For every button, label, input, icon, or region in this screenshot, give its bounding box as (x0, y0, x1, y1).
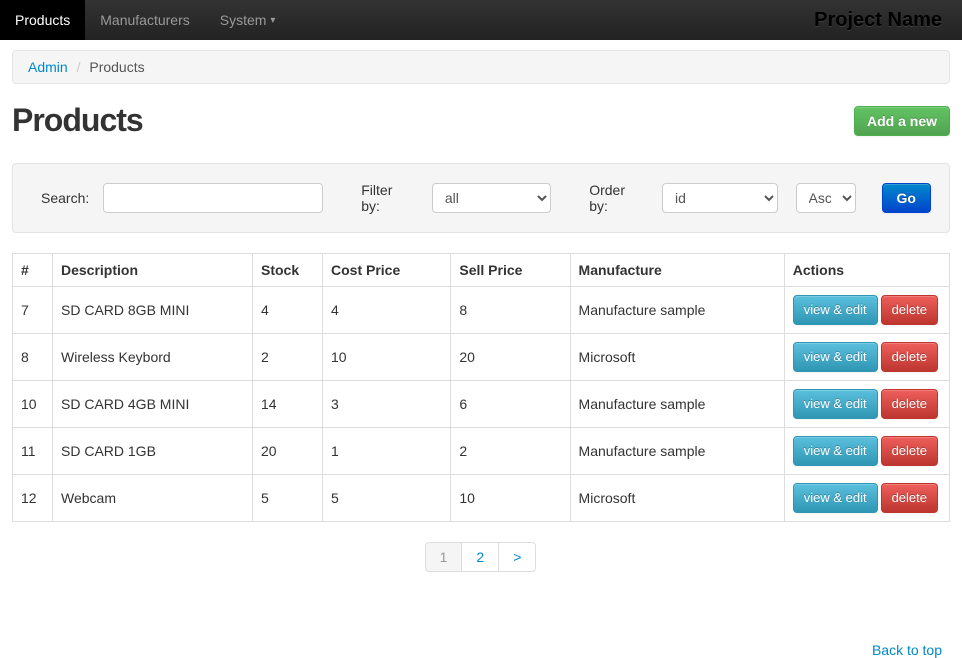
order-label: Order by: (589, 182, 640, 214)
go-button[interactable]: Go (882, 183, 931, 213)
col-cost: Cost Price (323, 254, 451, 287)
cell-cost: 3 (323, 381, 451, 428)
filter-label: Filter by: (361, 182, 410, 214)
page-1: 1 (425, 542, 463, 572)
order-dir-select[interactable]: Asc (796, 183, 856, 213)
cell-manufacture: Microsoft (570, 475, 784, 522)
table-row: 10SD CARD 4GB MINI1436Manufacture sample… (13, 381, 950, 428)
col-id: # (13, 254, 53, 287)
cell-cost: 10 (323, 334, 451, 381)
cell-actions: view & editdelete (784, 475, 949, 522)
nav-manufacturers[interactable]: Manufacturers (85, 0, 204, 40)
caret-down-icon: ▾ (270, 15, 275, 26)
cell-sell: 10 (451, 475, 570, 522)
cell-actions: view & editdelete (784, 287, 949, 334)
back-to-top-link[interactable]: Back to top (872, 642, 942, 658)
search-label: Search: (41, 190, 89, 206)
delete-button[interactable]: delete (881, 436, 938, 466)
page-title: Products (12, 102, 143, 139)
view-edit-button[interactable]: view & edit (793, 295, 878, 325)
page->[interactable]: > (498, 542, 536, 572)
col-description: Description (53, 254, 253, 287)
col-manufacture: Manufacture (570, 254, 784, 287)
navbar-nav: Products Manufacturers System ▾ (0, 0, 290, 40)
cell-actions: view & editdelete (784, 428, 949, 475)
table-row: 8Wireless Keybord21020Microsoftview & ed… (13, 334, 950, 381)
cell-stock: 14 (253, 381, 323, 428)
cell-actions: view & editdelete (784, 381, 949, 428)
cell-description: Wireless Keybord (53, 334, 253, 381)
cell-actions: view & editdelete (784, 334, 949, 381)
cell-cost: 5 (323, 475, 451, 522)
delete-button[interactable]: delete (881, 342, 938, 372)
cell-manufacture: Manufacture sample (570, 381, 784, 428)
cell-manufacture: Microsoft (570, 334, 784, 381)
breadcrumb-divider: / (72, 59, 86, 75)
search-input[interactable] (103, 183, 323, 213)
col-actions: Actions (784, 254, 949, 287)
cell-description: SD CARD 1GB (53, 428, 253, 475)
cell-stock: 20 (253, 428, 323, 475)
order-field-select[interactable]: id (662, 183, 778, 213)
view-edit-button[interactable]: view & edit (793, 389, 878, 419)
cell-manufacture: Manufacture sample (570, 428, 784, 475)
cell-id: 7 (13, 287, 53, 334)
breadcrumb-current: Products (89, 59, 144, 75)
cell-sell: 6 (451, 381, 570, 428)
cell-stock: 2 (253, 334, 323, 381)
col-stock: Stock (253, 254, 323, 287)
pagination: 12> (12, 542, 950, 572)
brand: Project Name (814, 0, 942, 40)
cell-description: Webcam (53, 475, 253, 522)
page-2[interactable]: 2 (461, 542, 499, 572)
view-edit-button[interactable]: view & edit (793, 342, 878, 372)
add-new-button[interactable]: Add a new (854, 106, 950, 136)
delete-button[interactable]: delete (881, 295, 938, 325)
filter-select[interactable]: all (432, 183, 551, 213)
delete-button[interactable]: delete (881, 389, 938, 419)
cell-description: SD CARD 4GB MINI (53, 381, 253, 428)
cell-id: 12 (13, 475, 53, 522)
cell-stock: 5 (253, 475, 323, 522)
nav-system-label: System (220, 12, 267, 28)
col-sell: Sell Price (451, 254, 570, 287)
view-edit-button[interactable]: view & edit (793, 483, 878, 513)
cell-sell: 20 (451, 334, 570, 381)
cell-stock: 4 (253, 287, 323, 334)
cell-id: 8 (13, 334, 53, 381)
table-row: 12Webcam5510Microsoftview & editdelete (13, 475, 950, 522)
cell-manufacture: Manufacture sample (570, 287, 784, 334)
table-row: 11SD CARD 1GB2012Manufacture sampleview … (13, 428, 950, 475)
nav-system-dropdown[interactable]: System ▾ (205, 0, 291, 40)
cell-id: 10 (13, 381, 53, 428)
cell-cost: 4 (323, 287, 451, 334)
nav-products[interactable]: Products (0, 0, 85, 40)
cell-id: 11 (13, 428, 53, 475)
navbar: Products Manufacturers System ▾ Project … (0, 0, 962, 40)
view-edit-button[interactable]: view & edit (793, 436, 878, 466)
delete-button[interactable]: delete (881, 483, 938, 513)
cell-sell: 8 (451, 287, 570, 334)
breadcrumb: Admin / Products (12, 50, 950, 84)
products-table: # Description Stock Cost Price Sell Pric… (12, 253, 950, 522)
cell-sell: 2 (451, 428, 570, 475)
table-header-row: # Description Stock Cost Price Sell Pric… (13, 254, 950, 287)
breadcrumb-admin[interactable]: Admin (28, 59, 68, 75)
footer: Back to top (0, 642, 962, 658)
filter-bar: Search: Filter by: all Order by: id Asc … (12, 163, 950, 233)
page-header: Products Add a new (12, 102, 950, 139)
table-row: 7SD CARD 8GB MINI448Manufacture samplevi… (13, 287, 950, 334)
cell-description: SD CARD 8GB MINI (53, 287, 253, 334)
cell-cost: 1 (323, 428, 451, 475)
